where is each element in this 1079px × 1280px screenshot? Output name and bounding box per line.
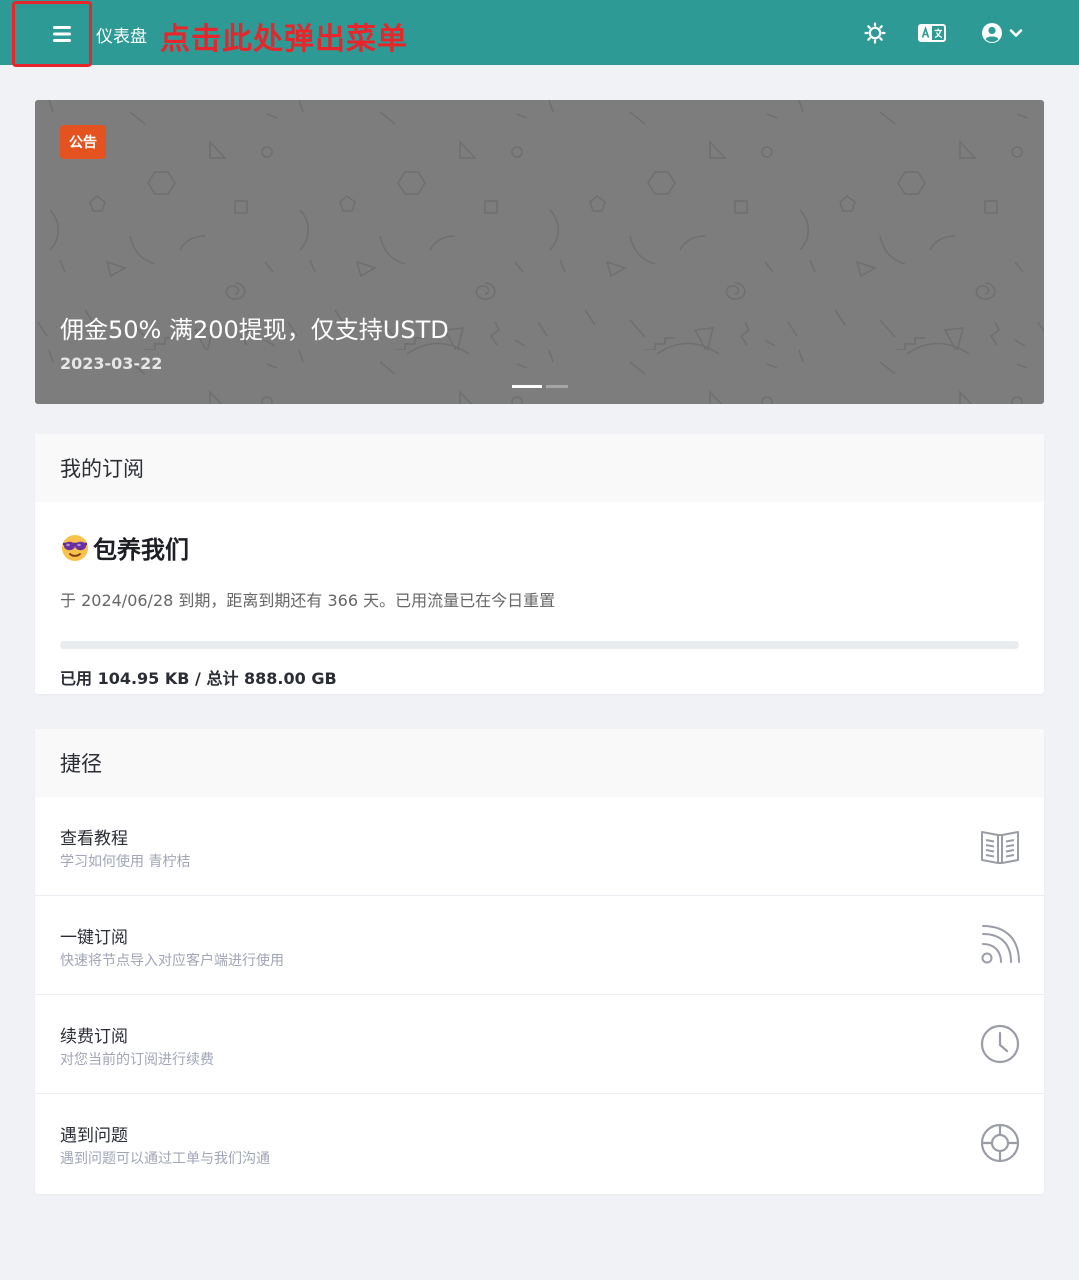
traffic-usage-text: 已用 104.95 KB / 总计 888.00 GB — [60, 669, 337, 688]
announcement-banner[interactable]: 公告 佣金50% 满200提现，仅支持USTD 2023-03-22 — [35, 100, 1044, 404]
shortcuts-card: 捷径 查看教程 学习如何使用 青柠桔 一键订阅 快速将节点导入对应客户端进行使用 — [35, 729, 1044, 1194]
plan-name-row: 包养我们 — [60, 530, 1019, 565]
shortcut-title: 续费订阅 — [60, 1027, 128, 1047]
sunglasses-emoji-icon — [62, 534, 88, 561]
announcement-date: 2023-03-22 — [60, 354, 163, 373]
shortcut-subtitle: 对您当前的订阅进行续费 — [60, 1052, 214, 1068]
chevron-down-icon — [1009, 29, 1023, 37]
subscription-heading: 我的订阅 — [35, 434, 1044, 502]
clock-icon — [980, 1024, 1020, 1064]
highlight-box — [12, 1, 92, 67]
theme-toggle-button[interactable] — [862, 20, 888, 46]
carousel-indicator-1[interactable] — [512, 385, 542, 388]
banner-pattern — [35, 100, 1044, 404]
traffic-progress-bar — [60, 641, 1019, 649]
shortcut-support[interactable]: 遇到问题 遇到问题可以通过工单与我们沟通 — [35, 1094, 1044, 1193]
user-menu-button[interactable] — [978, 20, 1026, 46]
rss-icon — [981, 925, 1020, 964]
user-icon — [982, 23, 1002, 43]
subscription-card: 我的订阅 包养我们 于 2024/06/28 到期，距离到期还有 366 天。已… — [35, 434, 1044, 694]
carousel-indicator-2[interactable] — [546, 385, 568, 388]
book-icon — [981, 831, 1019, 864]
plan-expiry-text: 于 2024/06/28 到期，距离到期还有 366 天。已用流量已在今日重置 — [60, 591, 556, 610]
shortcut-subtitle: 快速将节点导入对应客户端进行使用 — [60, 953, 284, 969]
shortcut-subtitle: 遇到问题可以通过工单与我们沟通 — [60, 1151, 270, 1167]
announcement-title: 佣金50% 满200提现，仅支持USTD — [60, 316, 449, 344]
shortcut-title: 一键订阅 — [60, 928, 128, 948]
shortcut-subtitle: 学习如何使用 青柠桔 — [60, 854, 191, 870]
shortcut-tutorial[interactable]: 查看教程 学习如何使用 青柠桔 — [35, 797, 1044, 896]
translate-icon — [918, 24, 946, 42]
plan-name: 包养我们 — [93, 536, 189, 564]
page-title: 仪表盘 — [96, 27, 147, 47]
shortcut-title: 遇到问题 — [60, 1126, 128, 1146]
annotation-text: 点击此处弹出菜单 — [160, 22, 408, 57]
shortcut-one-click-subscribe[interactable]: 一键订阅 快速将节点导入对应客户端进行使用 — [35, 896, 1044, 995]
shortcut-renew[interactable]: 续费订阅 对您当前的订阅进行续费 — [35, 995, 1044, 1094]
lifebuoy-icon — [980, 1123, 1020, 1163]
shortcut-title: 查看教程 — [60, 829, 128, 849]
sun-icon — [864, 22, 886, 44]
language-button[interactable] — [918, 20, 946, 46]
shortcuts-heading: 捷径 — [35, 729, 1044, 797]
announcement-badge: 公告 — [60, 125, 106, 159]
